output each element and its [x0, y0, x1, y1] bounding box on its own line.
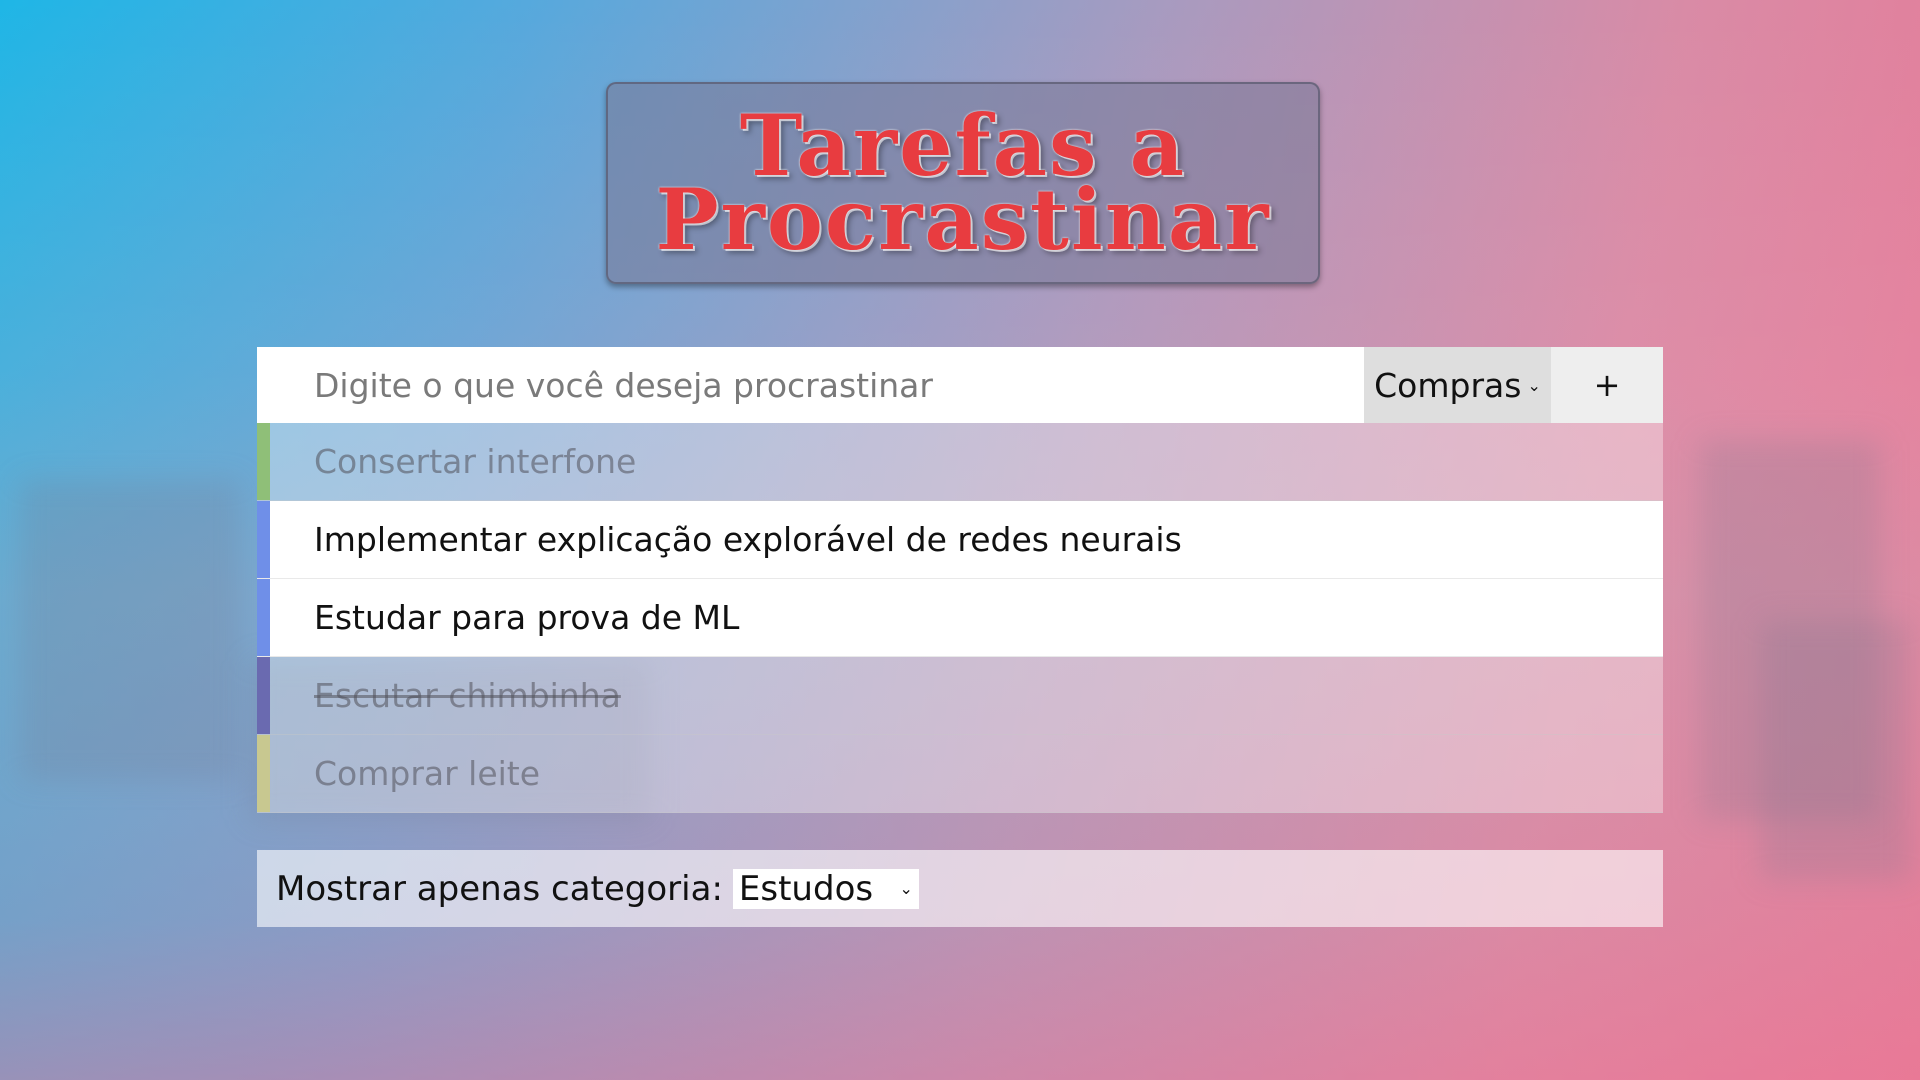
task-label: Escutar chimbinha	[314, 676, 621, 715]
title-banner: Tarefas a Procrastinar	[606, 82, 1320, 284]
category-color-bar	[257, 423, 270, 500]
filter-select-value: Estudos	[738, 868, 874, 909]
new-task-row: Compras ⌄ +	[257, 347, 1663, 423]
task-item[interactable]: Implementar explicação explorável de red…	[257, 501, 1663, 579]
category-select[interactable]: Compras ⌄	[1364, 347, 1551, 423]
background-building	[20, 480, 240, 780]
category-select-value: Compras	[1374, 365, 1522, 405]
task-item[interactable]: Estudar para prova de ML	[257, 579, 1663, 657]
task-label: Implementar explicação explorável de red…	[314, 520, 1182, 559]
chevron-down-icon: ⌄	[1527, 375, 1541, 395]
filter-label: Mostrar apenas categoria:	[276, 868, 723, 909]
category-color-bar	[257, 735, 270, 812]
task-item[interactable]: Consertar interfone	[257, 423, 1663, 501]
task-item[interactable]: Comprar leite	[257, 735, 1663, 813]
task-label: Estudar para prova de ML	[314, 598, 740, 637]
background-building	[1760, 620, 1910, 880]
todo-panel: Compras ⌄ + Consertar interfone Implemen…	[257, 347, 1663, 813]
page-title: Tarefas a Procrastinar	[655, 104, 1270, 262]
title-line-2: Procrastinar	[655, 170, 1271, 269]
category-color-bar	[257, 579, 270, 656]
add-task-button[interactable]: +	[1551, 347, 1663, 423]
task-label: Comprar leite	[314, 754, 541, 793]
category-filter-bar: Mostrar apenas categoria: Estudos ⌄	[257, 850, 1663, 927]
task-item[interactable]: Escutar chimbinha	[257, 657, 1663, 735]
category-color-bar	[257, 501, 270, 578]
filter-category-select[interactable]: Estudos ⌄	[732, 868, 919, 909]
task-label: Consertar interfone	[314, 442, 637, 481]
new-task-input[interactable]	[257, 347, 1364, 423]
chevron-down-icon: ⌄	[899, 879, 913, 898]
category-color-bar	[257, 657, 270, 734]
